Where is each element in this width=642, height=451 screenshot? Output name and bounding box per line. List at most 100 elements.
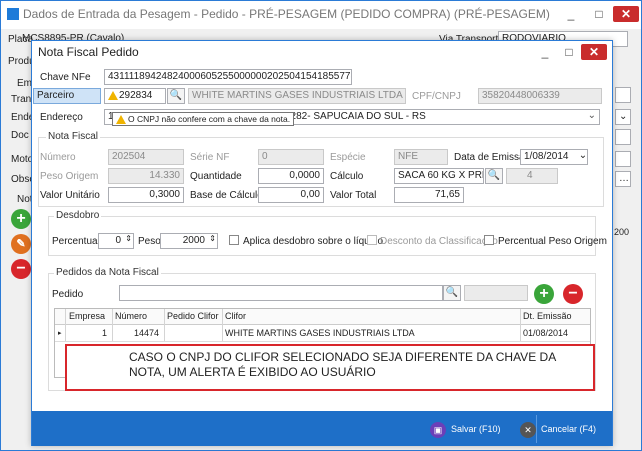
edit-icon[interactable]: ✎ — [11, 234, 31, 254]
remove-icon[interactable]: − — [11, 259, 31, 279]
parceiro-name-field: WHITE MARTINS GASES INDUSTRIAIS LTDA — [188, 88, 406, 104]
dialog-close-button[interactable]: ✕ — [581, 44, 607, 60]
nota-fiscal-group-title: Nota Fiscal — [46, 131, 101, 142]
peso-origem-field: 14.330 — [108, 168, 184, 184]
row-pointer-icon: ▸ — [58, 330, 62, 337]
peso-stepper[interactable]: 2000 ⇕ — [160, 233, 218, 249]
cell-dt-emissao: 01/08/2014 — [523, 328, 569, 338]
table-row[interactable]: ▸ 1 14474 WHITE MARTINS GASES INDUSTRIAI… — [55, 326, 590, 342]
aplica-desdobro-checkbox[interactable] — [229, 235, 239, 245]
quantidade-label: Quantidade — [190, 171, 242, 182]
aplica-desdobro-label: Aplica desdobro sobre o líquido — [243, 236, 384, 247]
warning-icon — [108, 91, 118, 100]
right-field-2 — [615, 129, 631, 145]
cancelar-button[interactable]: ✕ Cancelar (F4) — [520, 417, 596, 441]
especie-field: NFE — [394, 149, 448, 165]
base-calculo-field[interactable]: 0,00 — [258, 187, 324, 203]
background-title-bar: Dados de Entrada da Pesagem - Pedido - P… — [1, 1, 641, 29]
peso-stepper-icon[interactable]: ⇕ — [209, 234, 216, 245]
serie-nf-label: Série NF — [190, 152, 230, 163]
chave-nfe-label: Chave NFe — [40, 72, 91, 83]
minimize-button[interactable]: _ — [561, 5, 581, 23]
maximize-button[interactable]: □ — [589, 5, 609, 23]
base-calculo-label: Base de Cálculo — [190, 190, 263, 201]
quantidade-field[interactable]: 0,0000 — [258, 168, 324, 184]
cnpj-alert-annotation: CASO O CNPJ DO CLIFOR SELECIONADO SEJA D… — [65, 344, 595, 391]
cpf-cnpj-label: CPF/CNPJ — [412, 91, 461, 102]
dialog-minimize-button[interactable]: _ — [535, 43, 555, 61]
cell-empresa: 1 — [101, 328, 107, 338]
peso-origem-label: Peso Origem — [40, 171, 99, 182]
percentual-peso-origem-label: Percentual Peso Origem — [498, 236, 607, 247]
col-empresa[interactable]: Empresa — [69, 309, 105, 324]
dialog-title: Nota Fiscal Pedido — [38, 45, 139, 59]
cpf-cnpj-field: 35820448006339 — [478, 88, 602, 104]
parceiro-label: Parceiro — [33, 88, 101, 104]
chave-nfe-field[interactable]: 4311118942482400060525500000020250415418… — [104, 69, 352, 85]
desdobro-group-title: Desdobro — [54, 210, 102, 221]
valor-total-field[interactable]: 71,65 — [394, 187, 464, 203]
side-label-em: Em — [17, 78, 32, 89]
cnpj-warning-tooltip: O CNPJ não confere com a chave da nota. — [112, 112, 295, 126]
data-emissao-label: Data de Emissão — [454, 152, 531, 163]
cell-numero: 14474 — [133, 328, 159, 338]
pedido-search-icon[interactable]: 🔍 — [443, 285, 461, 301]
percentual-stepper[interactable]: 0 ⇕ — [98, 233, 134, 249]
tooltip-text: O CNPJ não confere com a chave da nota. — [128, 114, 291, 124]
dialog-maximize-button[interactable]: □ — [559, 43, 579, 61]
valor-unitario-field[interactable]: 0,3000 — [108, 187, 184, 203]
salvar-button[interactable]: ▣ Salvar (F10) — [430, 417, 501, 441]
side-label-moto: Moto — [11, 154, 34, 165]
add-icon[interactable]: + — [11, 209, 31, 229]
remove-pedido-icon[interactable]: − — [563, 284, 583, 304]
right-field-3 — [615, 151, 631, 167]
pedido-extra-field — [464, 285, 528, 301]
cell-clifor: WHITE MARTINS GASES INDUSTRIAIS LTDA — [225, 328, 415, 338]
col-clifor[interactable]: Clifor — [225, 309, 246, 324]
parceiro-search-icon[interactable]: 🔍 — [167, 88, 185, 104]
cancelar-label: Cancelar (F4) — [541, 424, 597, 434]
stepper-icon[interactable]: ⇕ — [125, 234, 132, 245]
endereco-value: 8282- SAPUCAIA DO SUL - RS — [285, 111, 426, 122]
pedido-label: Pedido — [52, 289, 84, 300]
percentual-peso-origem-checkbox[interactable] — [484, 235, 494, 245]
background-window-title: Dados de Entrada da Pesagem - Pedido - P… — [23, 7, 550, 21]
peso-desdobro-value: 2000 — [182, 235, 205, 246]
pedido-field[interactable] — [119, 285, 443, 301]
right-value: 200 — [614, 227, 630, 237]
table-header: Empresa Número Pedido Clifor Clifor Dt. … — [55, 309, 590, 325]
col-dt-emissao[interactable]: Dt. Emissão — [523, 309, 572, 324]
nota-fiscal-dialog: Nota Fiscal Pedido _ □ ✕ Chave NFe 43111… — [31, 40, 613, 446]
especie-label: Espécie — [330, 152, 366, 163]
col-numero[interactable]: Número — [115, 309, 147, 324]
calculo-field[interactable]: SACA 60 KG X PRECO — [394, 168, 484, 184]
parceiro-code-field[interactable]: 292834 — [104, 88, 166, 104]
calculo-label: Cálculo — [330, 171, 364, 182]
valor-unitario-label: Valor Unitário — [40, 190, 100, 201]
calculo-search-icon[interactable]: 🔍 — [485, 168, 503, 184]
desconto-classificacao-checkbox[interactable] — [367, 235, 377, 245]
valor-total-label: Valor Total — [330, 190, 377, 201]
right-field-1 — [615, 87, 631, 103]
col-pedido-clifor[interactable]: Pedido Clifor — [167, 309, 219, 324]
serie-nf-field: 0 — [258, 149, 324, 165]
pedidos-group-title: Pedidos da Nota Fiscal — [54, 267, 161, 278]
percentual-label: Percentual — [52, 236, 100, 247]
dialog-footer: ▣ Salvar (F10) ✕ Cancelar (F4) — [32, 411, 612, 446]
close-button[interactable]: ✕ — [613, 6, 639, 22]
endereco-label: Endereço — [40, 112, 83, 123]
right-dropdown[interactable]: ⌄ — [615, 109, 631, 125]
cancel-icon: ✕ — [520, 421, 536, 438]
desconto-classificacao-label: Desconto da Classificação — [380, 236, 498, 247]
percentual-value: 0 — [115, 235, 121, 246]
chevron-down-icon[interactable]: ⌄ — [588, 110, 596, 122]
date-chevron-icon[interactable]: ⌄ — [574, 149, 592, 165]
right-ellipsis-button[interactable]: … — [615, 171, 631, 187]
peso-desdobro-label: Peso — [138, 236, 161, 247]
numero-field: 202504 — [108, 149, 184, 165]
tooltip-warning-icon — [116, 115, 126, 125]
add-pedido-icon[interactable]: + — [534, 284, 554, 304]
numero-label: Número — [40, 152, 76, 163]
calculo-number-field: 4 — [506, 168, 558, 184]
calculo-number: 4 — [527, 170, 533, 181]
